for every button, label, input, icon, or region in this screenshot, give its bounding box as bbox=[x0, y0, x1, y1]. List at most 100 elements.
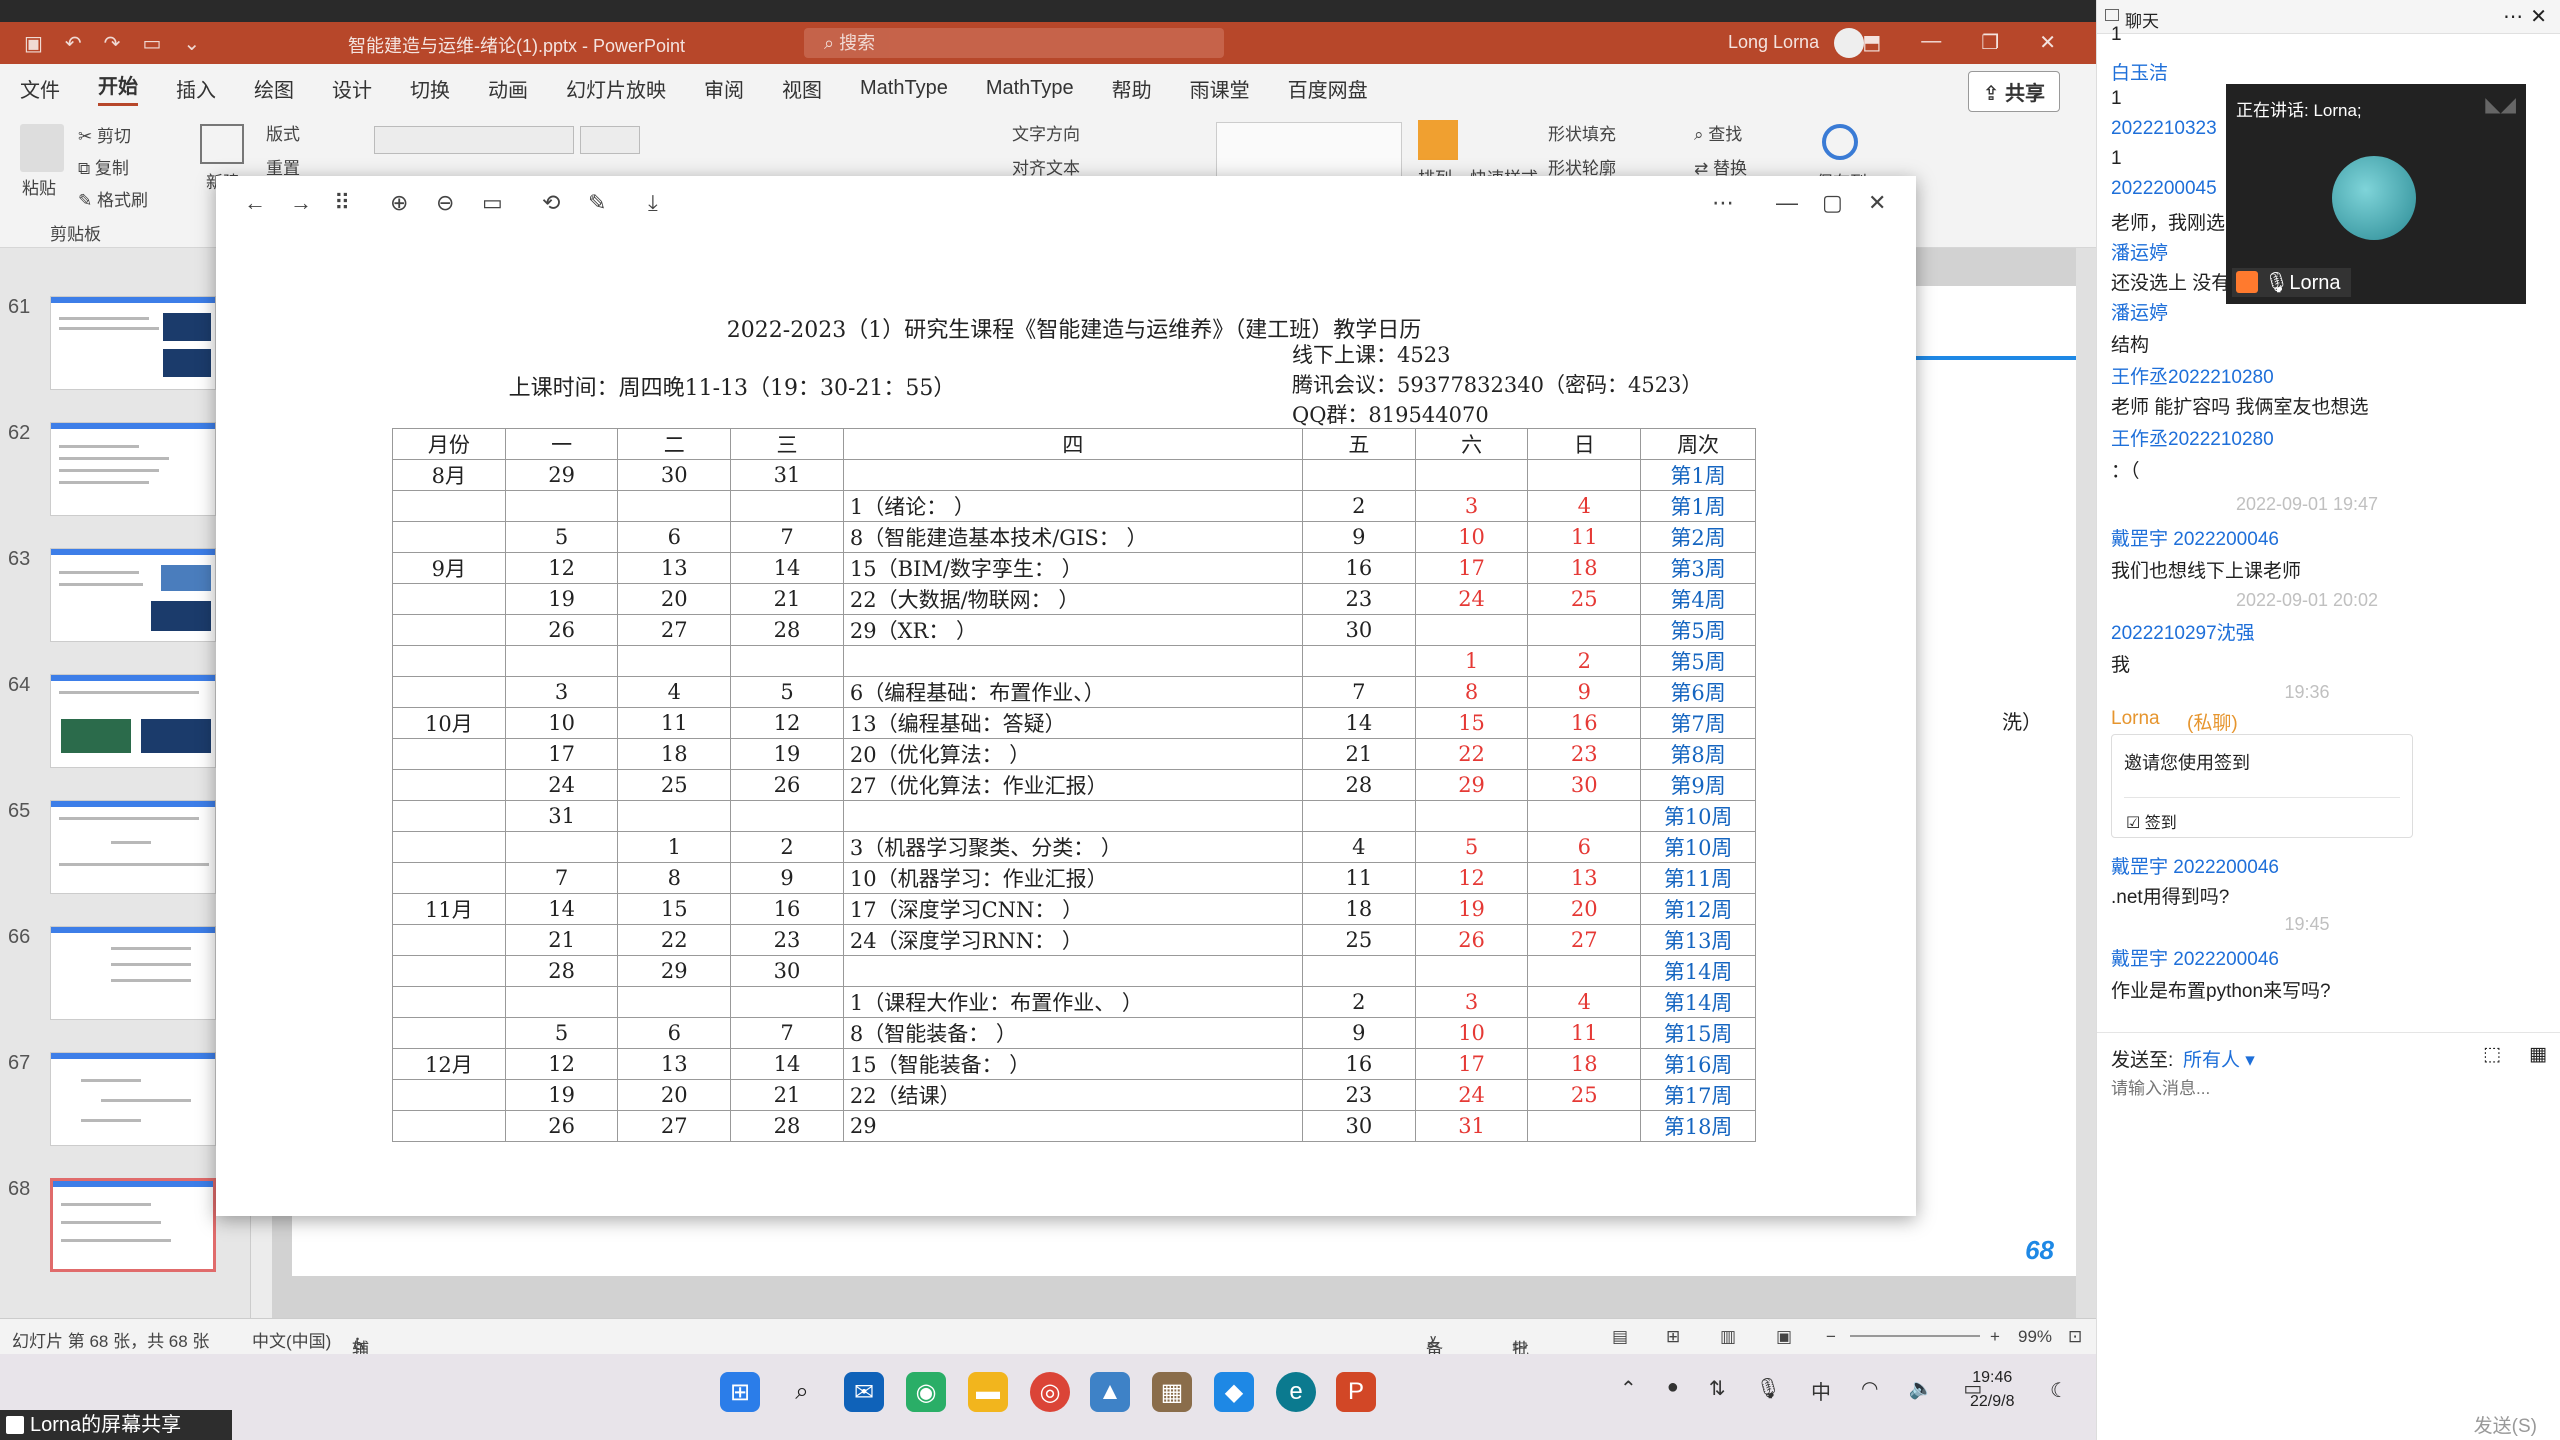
share-button[interactable]: ⇪ 共享 bbox=[1967, 71, 2060, 112]
zoom-out-icon[interactable]: ⊖ bbox=[436, 190, 454, 216]
avatar[interactable] bbox=[1834, 28, 1864, 58]
chat-sender-name[interactable]: 2022210297沈强 bbox=[2111, 618, 2255, 645]
tab-rain-classroom[interactable]: 雨课堂 bbox=[1190, 74, 1250, 103]
font-size-select[interactable] bbox=[580, 126, 640, 154]
present-icon[interactable]: ▭ bbox=[142, 31, 161, 56]
zoom-out-button[interactable]: − bbox=[1826, 1327, 1836, 1347]
minimize-icon[interactable]: — bbox=[1921, 30, 1941, 55]
customize-icon[interactable]: ⌄ bbox=[183, 31, 200, 56]
normal-view-icon[interactable]: ▤ bbox=[1612, 1327, 1628, 1347]
paste-button[interactable]: 粘贴 bbox=[22, 174, 56, 199]
forward-icon[interactable]: → bbox=[290, 190, 312, 216]
chat-more-icon[interactable]: ⋯ bbox=[2503, 4, 2523, 29]
folder-icon[interactable]: ▬ bbox=[968, 1372, 1008, 1412]
back-icon[interactable]: ← bbox=[244, 190, 266, 216]
search-taskbar-icon[interactable]: ⌕ bbox=[782, 1372, 822, 1412]
chat-sender-name[interactable]: Lorna bbox=[2111, 708, 2160, 730]
chat-input[interactable] bbox=[2111, 1075, 2541, 1103]
wechat-tray-icon[interactable]: ● bbox=[1667, 1376, 1679, 1405]
chat-sender-name[interactable]: 王作丞2022210280 bbox=[2111, 424, 2274, 451]
grid-view-icon[interactable]: ⠿ bbox=[334, 190, 350, 216]
photos-icon[interactable]: ▲ bbox=[1090, 1372, 1130, 1412]
close-icon[interactable]: ✕ bbox=[2039, 30, 2056, 55]
edit-icon[interactable]: ✎ bbox=[588, 190, 606, 216]
powerpoint-icon[interactable]: P bbox=[1336, 1372, 1376, 1412]
chat-close-icon[interactable]: ✕ bbox=[2530, 4, 2547, 29]
tab-baidu-netdisk[interactable]: 百度网盘 bbox=[1288, 74, 1368, 103]
zoom-in-icon[interactable]: ⊕ bbox=[390, 190, 408, 216]
zoom-in-button[interactable]: + bbox=[1990, 1327, 2000, 1347]
volume-icon[interactable]: 🔈 bbox=[1908, 1376, 1933, 1405]
baidu-cloud-icon[interactable] bbox=[1822, 124, 1858, 160]
tab-view[interactable]: 视图 bbox=[782, 74, 822, 103]
chat-sender-name[interactable]: 白玉洁 bbox=[2111, 58, 2168, 85]
tab-review[interactable]: 审阅 bbox=[704, 74, 744, 103]
cut-button[interactable]: ✂ 剪切 bbox=[78, 122, 131, 147]
clock[interactable]: 19:46 22/9/8 bbox=[1970, 1366, 2014, 1414]
chat-sender-name[interactable]: 王作丞2022210280 bbox=[2111, 362, 2274, 389]
chat-sender-name[interactable]: 2022210323 bbox=[2111, 118, 2217, 140]
new-slide-icon[interactable] bbox=[200, 124, 244, 164]
redo-icon[interactable]: ↷ bbox=[104, 31, 121, 56]
slide-sorter-icon[interactable]: ⊞ bbox=[1666, 1327, 1680, 1347]
editor-scrollbar[interactable] bbox=[2076, 248, 2096, 1318]
format-painter-button[interactable]: ✎ 格式刷 bbox=[78, 186, 148, 211]
chrome-icon[interactable]: ◎ bbox=[1030, 1372, 1070, 1412]
fit-icon[interactable]: ▭ bbox=[482, 190, 503, 216]
rotate-icon[interactable]: ⟲ bbox=[542, 190, 560, 216]
tab-transitions[interactable]: 切换 bbox=[410, 74, 450, 103]
tab-draw[interactable]: 绘图 bbox=[254, 74, 294, 103]
signin-action[interactable]: ☑ 签到 bbox=[2126, 809, 2177, 833]
font-name-select[interactable] bbox=[374, 126, 574, 154]
send-to-select[interactable]: 所有人 ▾ bbox=[2183, 1045, 2255, 1072]
chat-sender-name[interactable]: 戴罡宇 2022200046 bbox=[2111, 524, 2279, 551]
tab-help[interactable]: 帮助 bbox=[1112, 74, 1152, 103]
chat-sender-name[interactable]: 潘运婷 bbox=[2111, 298, 2168, 325]
microphone-icon[interactable]: 🎙 bbox=[1756, 1376, 1781, 1405]
ime-indicator[interactable]: 中 bbox=[1811, 1376, 1831, 1405]
viewer-close-icon[interactable]: ✕ bbox=[1868, 190, 1886, 216]
download-icon[interactable]: ⤓ bbox=[648, 190, 658, 216]
start-icon[interactable]: ⊞ bbox=[720, 1372, 760, 1412]
tab-insert[interactable]: 插入 bbox=[176, 74, 216, 103]
calendar-icon[interactable]: ▦ bbox=[2529, 1043, 2547, 1066]
slideshow-icon[interactable]: ▣ bbox=[1776, 1327, 1792, 1347]
wifi-icon[interactable]: ◠ bbox=[1861, 1376, 1878, 1405]
tab-mathtype-1[interactable]: MathType bbox=[860, 77, 948, 100]
notification-icon[interactable]: ☾ bbox=[2050, 1378, 2068, 1403]
tab-mathtype-2[interactable]: MathType bbox=[986, 77, 1074, 100]
restore-icon[interactable]: ❐ bbox=[1981, 30, 1999, 55]
arrange-icon[interactable] bbox=[1418, 120, 1458, 160]
screenshot-icon[interactable]: ⬚ bbox=[2483, 1043, 2501, 1066]
undo-icon[interactable]: ↶ bbox=[65, 31, 82, 56]
tab-animations[interactable]: 动画 bbox=[488, 74, 528, 103]
paste-icon[interactable] bbox=[20, 124, 64, 172]
text-direction-button[interactable]: 文字方向 bbox=[1012, 120, 1080, 145]
ribbon-display-icon[interactable]: ⬒ bbox=[1862, 30, 1881, 55]
mail-icon[interactable]: ✉ bbox=[844, 1372, 884, 1412]
chat-sender-name[interactable]: 2022200045 bbox=[2111, 178, 2217, 200]
find-button[interactable]: ⌕ 查找 bbox=[1694, 120, 1742, 145]
chevron-up-icon[interactable]: ⌃ bbox=[1620, 1376, 1637, 1405]
chat-sender-name[interactable]: 潘运婷 bbox=[2111, 238, 2168, 265]
app-icon[interactable]: ▦ bbox=[1152, 1372, 1192, 1412]
chat-sender-name[interactable]: 戴罡宇 2022200046 bbox=[2111, 852, 2279, 879]
copy-button[interactable]: ⧉ 复制 bbox=[78, 154, 129, 179]
tab-slideshow[interactable]: 幻灯片放映 bbox=[566, 74, 666, 103]
reading-view-icon[interactable]: ▥ bbox=[1720, 1327, 1736, 1347]
network-tray-icon[interactable]: ⇅ bbox=[1709, 1376, 1726, 1405]
save-icon[interactable]: ▣ bbox=[24, 31, 43, 56]
speaker-video[interactable]: 正在讲话: Lorna; ◣◢ 🎙Lorna bbox=[2226, 84, 2526, 304]
shape-fill-button[interactable]: 形状填充 bbox=[1548, 120, 1616, 145]
zoom-slider[interactable] bbox=[1850, 1335, 1980, 1337]
chat-sender-name[interactable]: 戴罡宇 2022200046 bbox=[2111, 944, 2279, 971]
tab-home[interactable]: 开始 bbox=[98, 70, 138, 106]
layout-button[interactable]: 版式 bbox=[266, 120, 300, 145]
send-button[interactable]: 发送(S) bbox=[2474, 1411, 2537, 1438]
zoom-level[interactable]: 99% bbox=[2018, 1327, 2052, 1347]
more-icon[interactable]: ⋯ bbox=[1712, 190, 1734, 216]
tab-design[interactable]: 设计 bbox=[332, 74, 372, 103]
meeting-icon[interactable]: ◆ bbox=[1214, 1372, 1254, 1412]
viewer-maximize-icon[interactable]: ▢ bbox=[1822, 190, 1843, 216]
search-box[interactable]: ⌕ 搜索 bbox=[804, 28, 1224, 58]
